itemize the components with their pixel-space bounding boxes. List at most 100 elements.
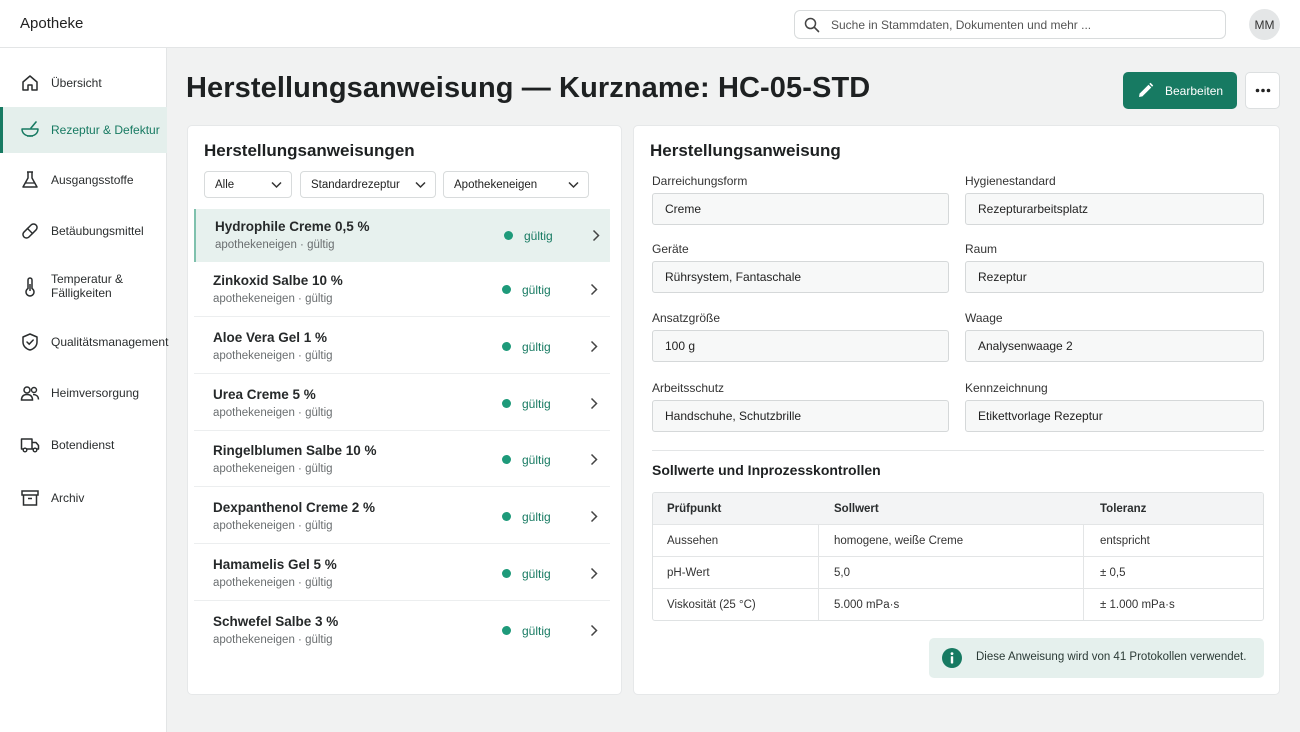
kennzeichnung-field[interactable] — [965, 400, 1264, 432]
user-avatar[interactable]: MM — [1249, 9, 1280, 40]
sidebar-item-ausgangsstoffe[interactable]: Ausgangsstoffe — [0, 157, 167, 203]
list-item-subtitle: apothekeneigen · gültig — [213, 463, 333, 475]
status-dot — [502, 512, 511, 521]
list-item-title: Urea Creme 5 % — [213, 387, 316, 402]
app-title: Apotheke — [20, 15, 84, 32]
chevron-down-icon — [568, 181, 579, 189]
list-item[interactable]: Ringelblumen Salbe 10 % apothekeneigen ·… — [194, 433, 610, 487]
table-cell: ± 1.000 mPa·s — [1100, 598, 1175, 611]
sidebar-item-temperatur-faelligkeiten[interactable]: Temperatur & Fälligkeiten — [0, 262, 167, 312]
list-item-title: Schwefel Salbe 3 % — [213, 614, 339, 629]
flask-icon — [22, 171, 38, 188]
chevron-right-icon — [592, 229, 600, 242]
list-item[interactable]: Schwefel Salbe 3 % apothekeneigen · gült… — [194, 604, 610, 658]
filter-type-value: Standardrezeptur — [311, 179, 400, 191]
status-label: gültig — [522, 283, 551, 297]
table-header-row: Prüfpunkt Sollwert Toleranz — [653, 493, 1263, 524]
list-item-title: Zinkoxid Salbe 10 % — [213, 273, 343, 288]
filter-type-select[interactable]: Standardrezeptur — [300, 171, 436, 198]
filter-origin-value: Apothekeneigen — [454, 179, 538, 191]
sidebar-item-uebersicht[interactable]: Übersicht — [0, 60, 167, 106]
field-label: Ansatzgröße — [652, 311, 721, 325]
list-item-subtitle: apothekeneigen · gültig — [213, 350, 333, 362]
instructions-list-panel: Herstellungsanweisungen Alle Standardrez… — [187, 125, 622, 695]
ansatzgroesse-field[interactable] — [652, 330, 949, 362]
list-item-title: Hamamelis Gel 5 % — [213, 557, 337, 572]
darreichungsform-field[interactable] — [652, 193, 949, 225]
list-item-subtitle: apothekeneigen · gültig — [213, 407, 333, 419]
table-cell: homogene, weiße Creme — [834, 534, 964, 547]
search-box[interactable] — [794, 10, 1226, 39]
field-label: Arbeitsschutz — [652, 381, 725, 395]
chevron-right-icon — [590, 340, 598, 353]
sidebar-item-label: Archiv — [51, 491, 85, 505]
filter-status-select[interactable]: Alle — [204, 171, 292, 198]
sidebar-item-label: Qualitätsmanagement — [51, 335, 169, 349]
field-label: Geräte — [652, 242, 689, 256]
status-label: gültig — [522, 510, 551, 524]
pill-icon — [22, 223, 38, 239]
sidebar: Übersicht Rezeptur & Defektur Ausgangsst… — [0, 48, 169, 732]
table-cell: Aussehen — [667, 534, 719, 547]
status-label: gültig — [522, 624, 551, 638]
list-item-title: Dexpanthenol Creme 2 % — [213, 500, 376, 515]
sidebar-item-botendienst[interactable]: Botendienst — [0, 422, 167, 468]
table-cell: pH-Wert — [667, 566, 710, 579]
list-item[interactable]: Hamamelis Gel 5 % apothekeneigen · gülti… — [194, 547, 610, 601]
pencil-icon — [1139, 82, 1154, 97]
sidebar-item-label: Betäubungsmittel — [51, 224, 144, 238]
field-label: Darreichungsform — [652, 174, 748, 188]
list-item[interactable]: Aloe Vera Gel 1 % apothekeneigen · gülti… — [194, 320, 610, 374]
sidebar-item-label: Heimversorgung — [51, 386, 140, 400]
field-label: Hygienestandard — [965, 174, 1056, 188]
status-label: gültig — [522, 567, 551, 581]
hygienestandard-field[interactable] — [965, 193, 1264, 225]
waage-field[interactable] — [965, 330, 1264, 362]
archive-icon — [21, 490, 39, 506]
list-item[interactable]: Urea Creme 5 % apothekeneigen · gültig g… — [194, 377, 610, 431]
search-input[interactable] — [831, 15, 1211, 35]
table-cell: 5.000 mPa·s — [834, 598, 900, 611]
chevron-right-icon — [590, 453, 598, 466]
detail-panel-title: Herstellungsanweisung — [650, 141, 841, 160]
list-item[interactable]: Hydrophile Creme 0,5 % apothekeneigen · … — [194, 209, 610, 262]
home-icon — [22, 75, 38, 91]
table-cell: entspricht — [1100, 534, 1150, 547]
edit-button[interactable]: Bearbeiten — [1123, 72, 1237, 109]
truck-icon — [20, 438, 40, 453]
list-item-title: Ringelblumen Salbe 10 % — [213, 443, 377, 458]
section-divider — [652, 450, 1264, 451]
status-label: gültig — [522, 340, 551, 354]
list-item-title: Aloe Vera Gel 1 % — [213, 330, 328, 345]
chevron-down-icon — [271, 181, 282, 189]
list-item-subtitle: apothekeneigen · gültig — [213, 520, 333, 532]
status-label: gültig — [522, 453, 551, 467]
filter-origin-select[interactable]: Apothekeneigen — [443, 171, 589, 198]
list-item[interactable]: Zinkoxid Salbe 10 % apothekeneigen · gül… — [194, 263, 610, 317]
chevron-right-icon — [590, 283, 598, 296]
geraete-field[interactable] — [652, 261, 949, 293]
top-bar: Apotheke MM — [0, 0, 1300, 48]
chevron-down-icon — [415, 181, 426, 189]
column-header: Toleranz — [1100, 502, 1147, 515]
page-title: Herstellungsanweisung — Kurzname: HC-05-… — [186, 72, 871, 104]
sidebar-item-archiv[interactable]: Archiv — [0, 475, 167, 521]
sidebar-item-rezeptur-defektur[interactable]: Rezeptur & Defektur — [0, 107, 167, 153]
more-options-button[interactable] — [1245, 72, 1280, 109]
status-dot — [502, 626, 511, 635]
sidebar-item-label: Temperatur & Fälligkeiten — [51, 272, 124, 300]
list-item[interactable]: Dexpanthenol Creme 2 % apothekeneigen · … — [194, 490, 610, 544]
sidebar-item-label: Übersicht — [51, 76, 102, 90]
sidebar-item-qualitaetsmanagement[interactable]: Qualitätsmanagement — [0, 319, 169, 365]
list-item-subtitle: apothekeneigen · gültig — [213, 293, 333, 305]
mortar-icon — [21, 121, 39, 137]
sidebar-item-betaeubungsmittel[interactable]: Betäubungsmittel — [0, 208, 167, 254]
column-header: Sollwert — [834, 502, 879, 515]
status-dot — [502, 342, 511, 351]
table-cell: 5,0 — [834, 566, 850, 579]
sidebar-item-heimversorgung[interactable]: Heimversorgung — [0, 370, 167, 416]
status-dot — [502, 285, 511, 294]
arbeitsschutz-field[interactable] — [652, 400, 949, 432]
edit-button-label: Bearbeiten — [1165, 84, 1224, 98]
raum-field[interactable] — [965, 261, 1264, 293]
